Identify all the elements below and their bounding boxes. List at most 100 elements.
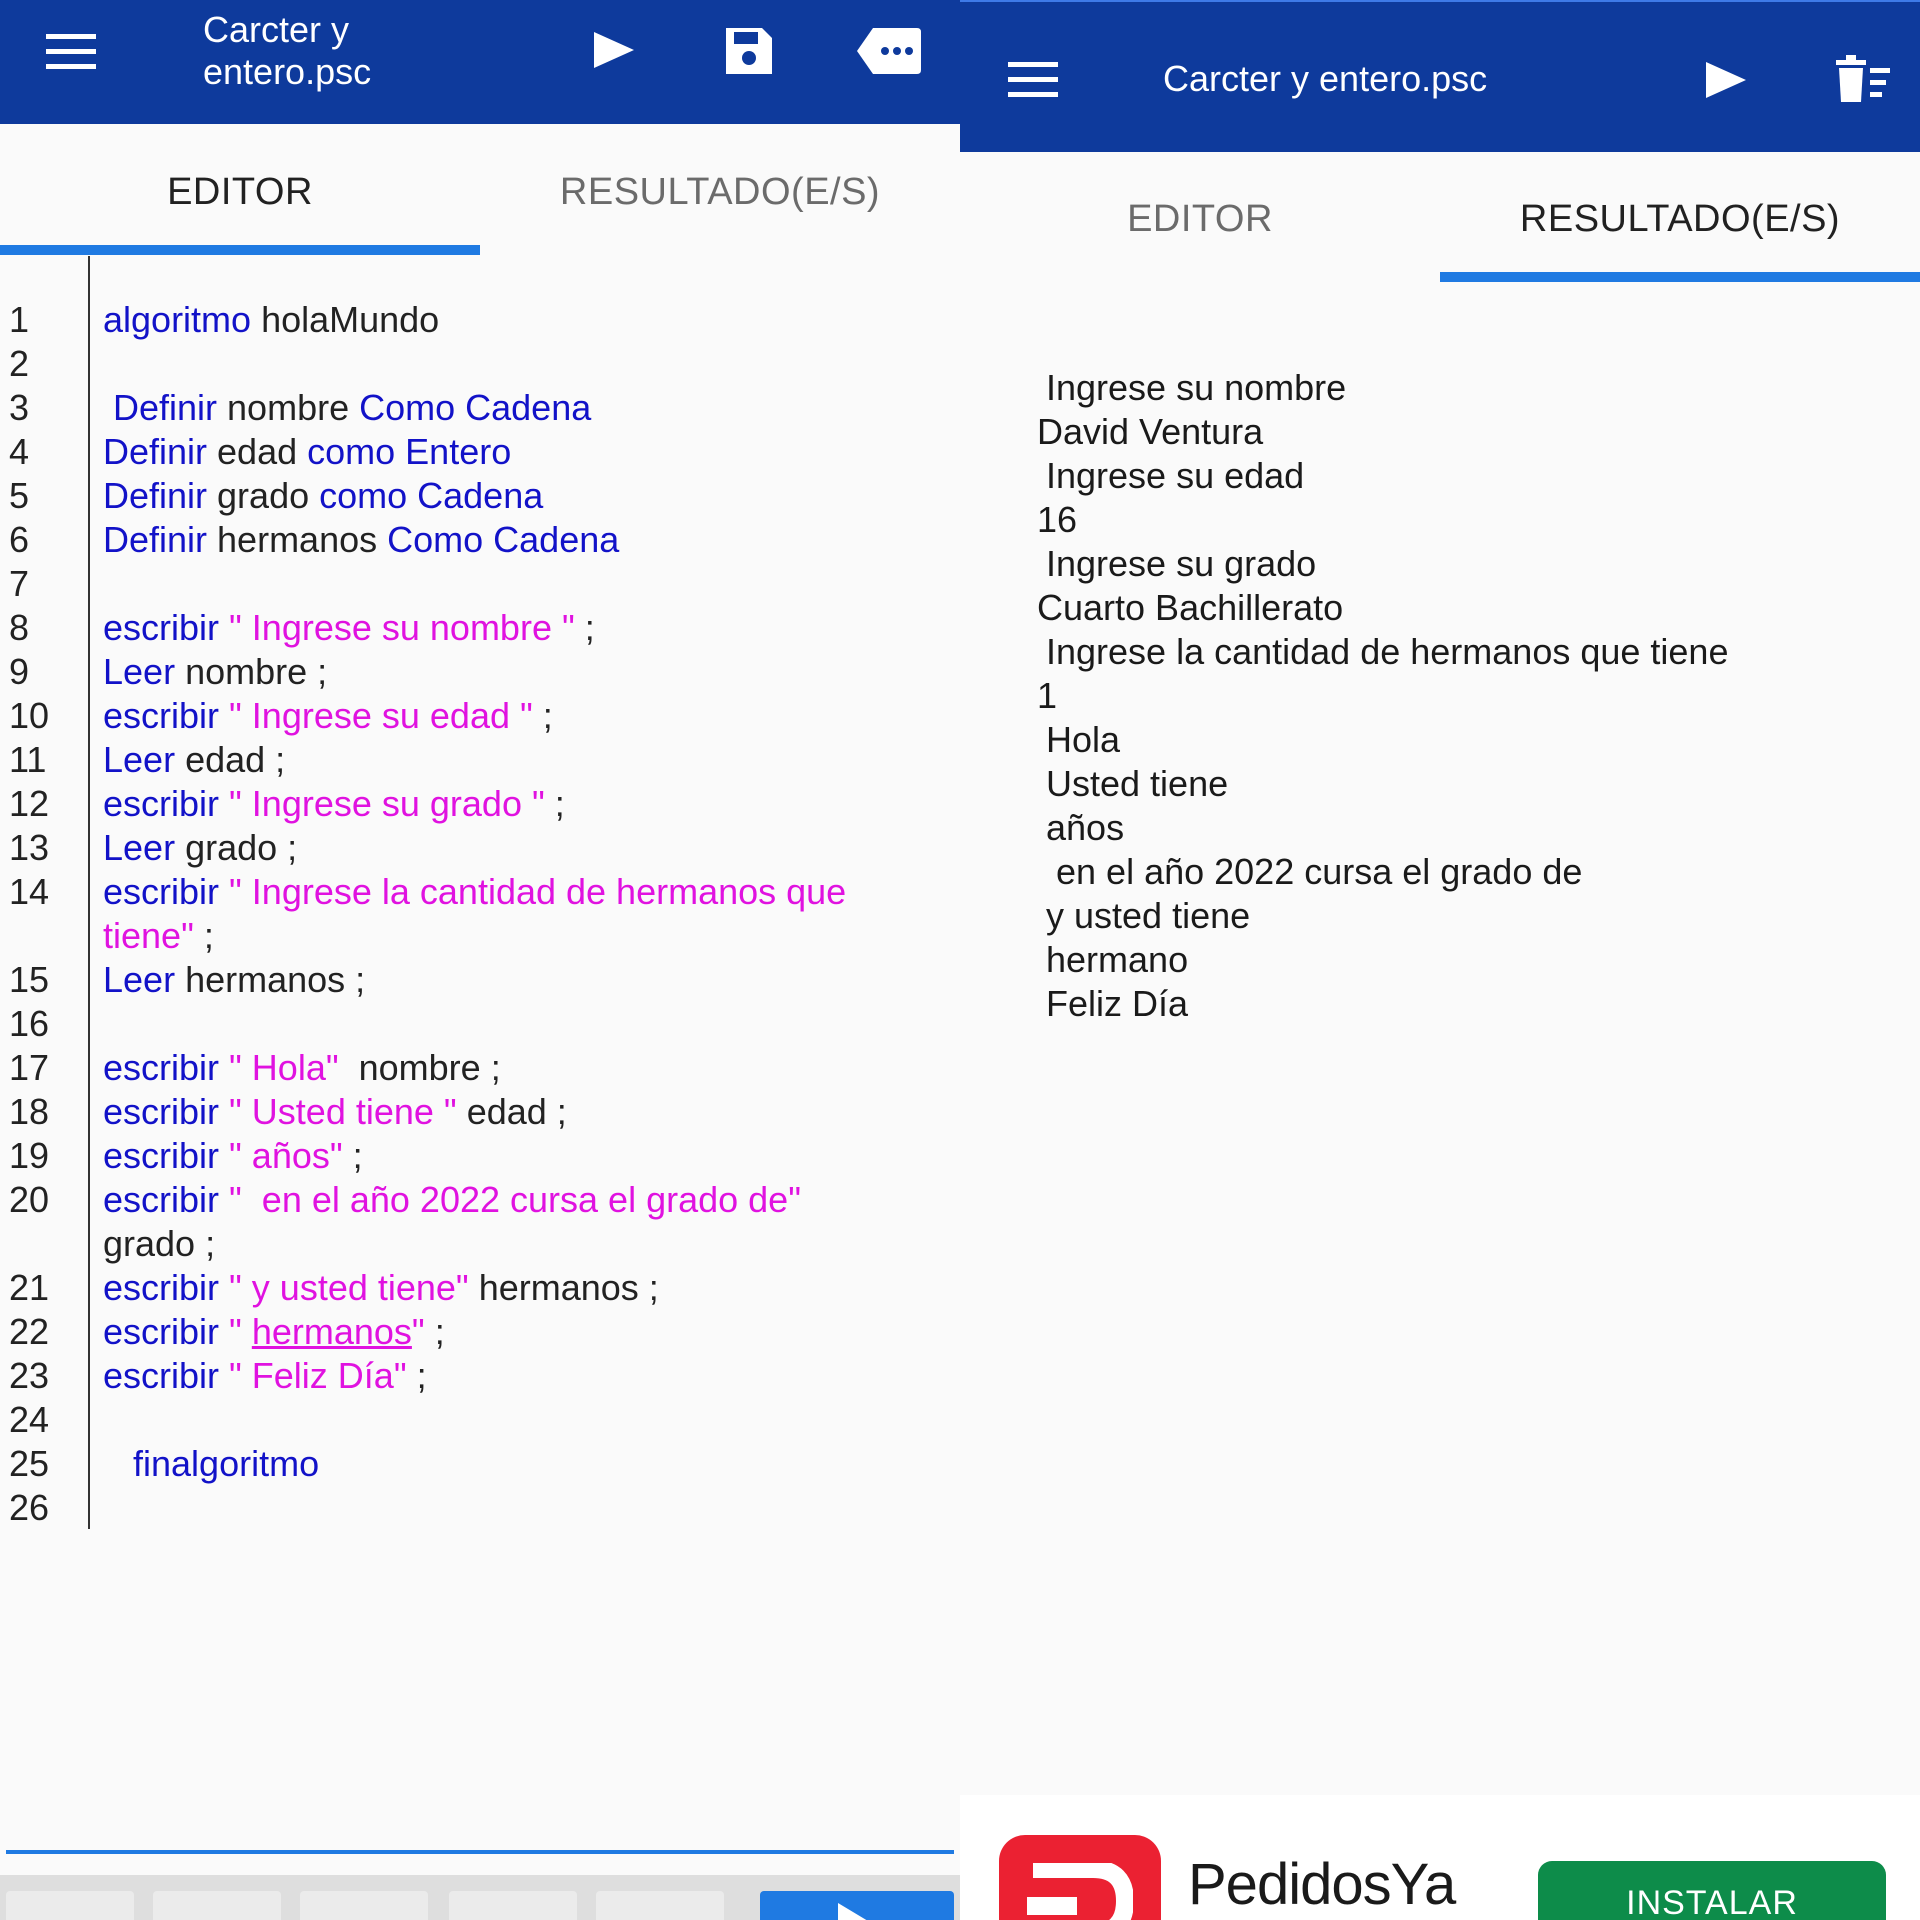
line-number: 15 [9, 959, 50, 1000]
code-line: 1 algoritmo holaMundo [0, 298, 960, 342]
code-line: 17 escribir " Hola" nombre ; [0, 1046, 960, 1090]
run-key-button[interactable] [760, 1891, 954, 1920]
plain-token: nombre [217, 387, 360, 428]
tab-editor-label: EDITOR [1127, 197, 1273, 240]
tab-editor[interactable]: EDITOR [960, 156, 1440, 282]
code-text: Definir nombre Como Cadena [103, 386, 591, 430]
quick-key[interactable] [449, 1891, 577, 1920]
quick-key[interactable] [300, 1891, 428, 1920]
code-text: escribir " Ingrese la cantidad de herman… [103, 870, 846, 914]
line-number: 16 [9, 1003, 50, 1044]
code-line: 18 escribir " Usted tiene " edad ; [0, 1090, 960, 1134]
quick-key[interactable] [6, 1891, 134, 1920]
line-number: 1 [9, 299, 30, 340]
line-number: 14 [9, 871, 50, 912]
keyword-token: Leer [103, 651, 176, 692]
code-line: 24 [0, 1398, 960, 1442]
tab-editor[interactable]: EDITOR [0, 130, 480, 255]
console-output-line: Feliz Día [1046, 983, 1189, 1024]
plain-token: edad [207, 431, 308, 472]
ad-banner[interactable]: PedidosYa INSTALAR [960, 1795, 1920, 1920]
code-text: Definir grado como Cadena [103, 474, 543, 518]
keyword-token: escribir [103, 1135, 220, 1176]
keyword-token: escribir [103, 1047, 220, 1088]
code-line: 5 Definir grado como Cadena [0, 474, 960, 518]
code-line: 22 escribir " hermanos" ; [0, 1310, 960, 1354]
plain-token: grado ; [175, 827, 298, 868]
play-icon[interactable] [592, 30, 636, 70]
string-token: " [411, 1311, 425, 1352]
line-number: 19 [9, 1135, 50, 1176]
code-text: escribir " y usted tiene" hermanos ; [103, 1266, 659, 1310]
quick-key-bar [0, 1875, 960, 1920]
plain-token: grado [207, 475, 320, 516]
code-editor[interactable]: 1 algoritmo holaMundo 2 3 Definir nombre Co… [0, 256, 960, 1528]
code-line: 23 escribir " Feliz Día" ; [0, 1354, 960, 1398]
file-title-line1: Carcter y [203, 9, 350, 50]
keyword-token: Definir [103, 475, 208, 516]
code-line: 10 escribir " Ingrese su edad " ; [0, 694, 960, 738]
result-tab-bar: EDITOR RESULTADO(E/S) [960, 156, 1920, 282]
keyword-token: Como Cadena [387, 519, 620, 560]
line-number: 13 [9, 827, 50, 868]
code-line: 14 escribir " Ingrese la cantidad de herm… [0, 870, 960, 914]
tab-resultado[interactable]: RESULTADO(E/S) [480, 130, 960, 255]
string-token: " en el año 2022 cursa el grado de" [219, 1179, 801, 1220]
tab-resultado[interactable]: RESULTADO(E/S) [1440, 156, 1920, 282]
console-output-line: Ingrese su grado [1046, 543, 1317, 584]
result-screen: Carcter y entero.psc EDITOR RESULTADO(E/… [960, 0, 1920, 1920]
quick-key[interactable] [596, 1891, 724, 1920]
console-output-line: años [1046, 807, 1125, 848]
save-icon[interactable] [722, 24, 776, 78]
string-token: " Feliz Día" [219, 1355, 407, 1396]
play-icon[interactable] [1704, 60, 1748, 100]
line-number: 9 [9, 651, 30, 692]
line-number: 22 [9, 1311, 50, 1352]
menu-icon[interactable] [44, 30, 98, 74]
code-line: 3 Definir nombre Como Cadena [0, 386, 960, 430]
more-tag-icon[interactable] [855, 26, 923, 76]
console-input-line: David Ventura [1037, 411, 1264, 452]
string-token: " Ingrese su edad " [219, 695, 533, 736]
keyword-token: escribir [103, 1091, 220, 1132]
string-token: " Hola" [219, 1047, 339, 1088]
console-output-line: Usted tiene [1046, 763, 1229, 804]
line-number: 23 [9, 1355, 50, 1396]
install-button[interactable]: INSTALAR [1538, 1861, 1886, 1920]
code-line: 8 escribir " Ingrese su nombre " ; [0, 606, 960, 650]
code-text: escribir " Ingrese su edad " ; [103, 694, 553, 738]
string-token: hermanos [251, 1311, 412, 1352]
string-token: " Ingrese la cantidad de hermanos que [219, 871, 847, 912]
code-text: escribir " Ingrese su nombre " ; [103, 606, 595, 650]
pedidosya-logo [999, 1835, 1161, 1920]
keyword-token: Leer [103, 739, 176, 780]
keyword-token: Leer [103, 959, 176, 1000]
code-line: 20 escribir " en el año 2022 cursa el gra… [0, 1178, 960, 1222]
file-title-line2: entero.psc [203, 51, 372, 92]
code-line: 9 Leer nombre ; [0, 650, 960, 694]
quick-key[interactable] [153, 1891, 281, 1920]
console-output-line: Ingrese la cantidad de hermanos que tien… [1046, 631, 1729, 672]
menu-icon[interactable] [1006, 58, 1060, 102]
string-token: " [219, 1311, 252, 1352]
active-tab-indicator [0, 245, 480, 255]
code-line: 2 [0, 342, 960, 386]
code-text: Definir edad como Entero [103, 430, 511, 474]
plain-token: ; [574, 607, 595, 648]
code-text: finalgoritmo [103, 1442, 319, 1486]
line-number: 3 [9, 387, 30, 428]
clear-console-icon[interactable] [1832, 54, 1892, 106]
plain-token: ; [193, 915, 214, 956]
plain-token: edad ; [456, 1091, 567, 1132]
keyword-token: escribir [103, 1355, 220, 1396]
code-line: 11 Leer edad ; [0, 738, 960, 782]
keyword-token: escribir [103, 1267, 220, 1308]
code-line: 13 Leer grado ; [0, 826, 960, 870]
line-number: 4 [9, 431, 30, 472]
string-token: " Ingrese su nombre " [219, 607, 575, 648]
plain-token: hermanos ; [175, 959, 366, 1000]
string-token: tiene" [103, 915, 194, 956]
line-number: 5 [9, 475, 30, 516]
code-text: escribir " Hola" nombre ; [103, 1046, 501, 1090]
code-line: 26 [0, 1486, 960, 1530]
